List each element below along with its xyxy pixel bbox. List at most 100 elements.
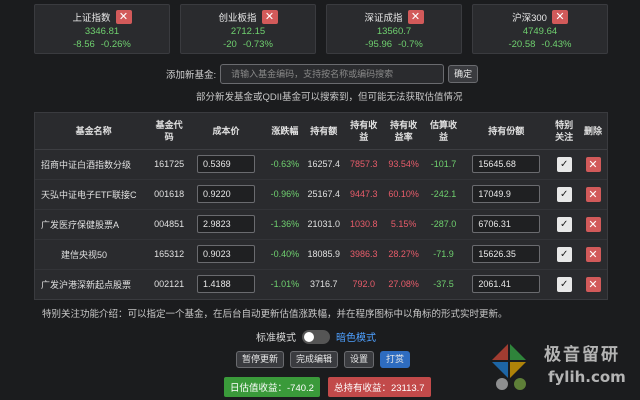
fund-profit: 7857.3	[343, 149, 384, 180]
fund-holding: 16257.4	[303, 149, 344, 180]
index-card: 沪深300 ✕ 4749.64 -20.58 -0.43%	[472, 4, 608, 54]
delete-button[interactable]: ✕	[585, 186, 601, 202]
fund-name: 广发沪港深新起点股票	[41, 279, 132, 290]
watch-checkbox[interactable]: ✓	[556, 186, 572, 202]
col-fund-name: 基金名称	[35, 113, 153, 150]
fund-code: 002121	[154, 279, 185, 290]
fund-name: 建信央视50	[35, 239, 153, 270]
index-card: 创业板指 ✕ 2712.15 -20 -0.73%	[180, 4, 316, 54]
pause-update-button[interactable]: 暂停更新	[236, 351, 285, 368]
watch-checkbox[interactable]: ✓	[556, 246, 572, 262]
fund-change: -0.63%	[265, 149, 304, 180]
delete-button[interactable]: ✕	[585, 276, 601, 292]
index-value: 13560.7	[376, 26, 412, 37]
remove-index-button[interactable]: ✕	[407, 10, 424, 24]
settings-button[interactable]: 设置	[344, 351, 375, 368]
table-row: 天弘中证电子ETF联接C 001618 0.9220 -0.96% 25167.…	[35, 179, 607, 210]
fund-profit-rate: 60.10%	[383, 179, 424, 210]
fund-table: 基金名称 基金代码 成本价 涨跌幅 持有额 持有收益 持有收益率 估算收益 持有…	[34, 112, 608, 300]
cost-input[interactable]: 0.9220	[197, 185, 256, 203]
remove-index-button[interactable]: ✕	[551, 10, 568, 24]
fund-code: 001618	[152, 179, 187, 210]
finish-edit-button[interactable]: 完成编辑	[290, 351, 339, 368]
shares-input[interactable]: 2061.41	[472, 275, 541, 294]
fund-profit-rate: 93.54%	[383, 149, 424, 180]
fund-name: 招商中证白酒指数分级	[35, 149, 153, 180]
tip-button[interactable]: 打赏	[380, 351, 411, 368]
fund-change: -0.40%	[265, 239, 304, 270]
index-change: -20.58 -0.43%	[508, 39, 572, 50]
fund-profit-rate: 28.27%	[383, 239, 424, 270]
add-fund-row: 添加新基金: 请输入基金编码，支持按名称或编码搜索 确定	[166, 64, 479, 84]
watermark-text: 极音留研	[544, 345, 620, 364]
index-name: 深证成指	[364, 13, 403, 24]
confirm-button[interactable]: 确定	[448, 65, 479, 83]
index-change: -95.96 -0.7%	[365, 39, 423, 50]
search-hint: 部分新发基金或QDII基金可以搜索到，但可能无法获取估值情况	[196, 92, 463, 103]
fund-profit: 3986.3	[343, 239, 384, 270]
fund-holding: 25167.4	[303, 179, 344, 210]
fund-est-profit: -287.0	[423, 209, 464, 240]
standard-mode-label: 标准模式	[256, 333, 296, 344]
fund-profit: 792.0	[352, 279, 375, 290]
fund-search-input[interactable]: 请输入基金编码，支持按名称或编码搜索	[220, 64, 445, 84]
fund-profit: 1030.8	[343, 209, 384, 240]
watermark-logo-icon	[492, 344, 526, 390]
table-row: 广发沪港深新起点股票 002121 1.4188 -1.01% 3716.7 7…	[35, 269, 607, 299]
index-name: 上证指数	[72, 13, 111, 24]
watch-checkbox[interactable]: ✓	[556, 156, 572, 172]
watch-feature-note: 特别关注功能介绍：可以指定一个基金，在后台自动更新估值涨跌幅，并在程序图标中以角…	[42, 309, 508, 320]
cost-input[interactable]: 2.9823	[197, 215, 256, 233]
fund-holding: 3716.7	[310, 279, 338, 290]
theme-toggle[interactable]	[302, 329, 330, 344]
fund-profit-rate: 27.08%	[388, 279, 419, 290]
delete-button[interactable]: ✕	[585, 156, 601, 172]
fund-est-profit: -242.1	[423, 179, 464, 210]
fund-holding: 21031.0	[303, 209, 344, 240]
delete-button[interactable]: ✕	[585, 216, 601, 232]
index-cards: 上证指数 ✕ 3346.81 -8.56 -0.26% 创业板指 ✕ 2712.15 …	[34, 4, 608, 54]
table-row: 广发医疗保健股票A 004851 2.9823 -1.36% 21031.0 1…	[35, 209, 607, 240]
shares-input[interactable]: 17049.9	[472, 185, 541, 203]
delete-button[interactable]: ✕	[585, 246, 601, 262]
col-cost: 成本价	[186, 113, 266, 150]
shares-input[interactable]: 15645.68	[472, 155, 541, 173]
action-buttons: 暂停更新 完成编辑 设置 打赏	[236, 351, 411, 368]
cost-input[interactable]: 0.9023	[197, 245, 256, 263]
watch-checkbox[interactable]: ✓	[556, 216, 572, 232]
fund-est-profit: -37.5	[433, 279, 454, 290]
col-shares: 持有份额	[463, 113, 550, 150]
fund-profit: 9447.3	[343, 179, 384, 210]
index-name: 沪深300	[512, 13, 547, 24]
fund-change: -0.96%	[265, 179, 304, 210]
watch-checkbox[interactable]: ✓	[556, 276, 572, 292]
cost-input[interactable]: 1.4188	[197, 275, 256, 294]
index-card: 上证指数 ✕ 3346.81 -8.56 -0.26%	[34, 4, 170, 54]
remove-index-button[interactable]: ✕	[261, 10, 278, 24]
col-holding: 持有额	[303, 113, 344, 150]
index-card: 深证成指 ✕ 13560.7 -95.96 -0.7%	[326, 4, 462, 54]
cost-input[interactable]: 0.5369	[197, 155, 256, 173]
index-value: 3346.81	[84, 26, 120, 37]
shares-input[interactable]: 15626.35	[472, 245, 541, 263]
table-row: 建信央视50 165312 0.9023 -0.40% 18085.9 3986…	[35, 239, 607, 270]
watermark-url: fylih.com	[548, 368, 626, 386]
fund-code: 165312	[152, 239, 187, 270]
fund-code: 004851	[152, 209, 187, 240]
fund-change: -1.01%	[270, 279, 300, 290]
shares-input[interactable]: 6706.31	[472, 215, 541, 233]
index-value: 2712.15	[230, 26, 266, 37]
fund-code: 161725	[152, 149, 187, 180]
fund-name: 广发医疗保健股票A	[35, 209, 153, 240]
fund-est-profit: -71.9	[423, 239, 464, 270]
table-header-row: 基金名称 基金代码 成本价 涨跌幅 持有额 持有收益 持有收益率 估算收益 持有…	[35, 113, 607, 150]
fund-est-profit: -101.7	[423, 149, 464, 180]
index-name: 创业板指	[218, 13, 257, 24]
fund-name: 天弘中证电子ETF联接C	[35, 179, 153, 210]
theme-switch: 标准模式 暗色模式	[256, 329, 376, 344]
col-profit-rate: 持有收益率	[383, 113, 424, 150]
remove-index-button[interactable]: ✕	[115, 10, 132, 24]
index-change: -20 -0.73%	[223, 39, 273, 50]
fund-profit-rate: 5.15%	[383, 209, 424, 240]
daily-estimate-profit: 日估值收益：-740.2	[224, 377, 320, 397]
